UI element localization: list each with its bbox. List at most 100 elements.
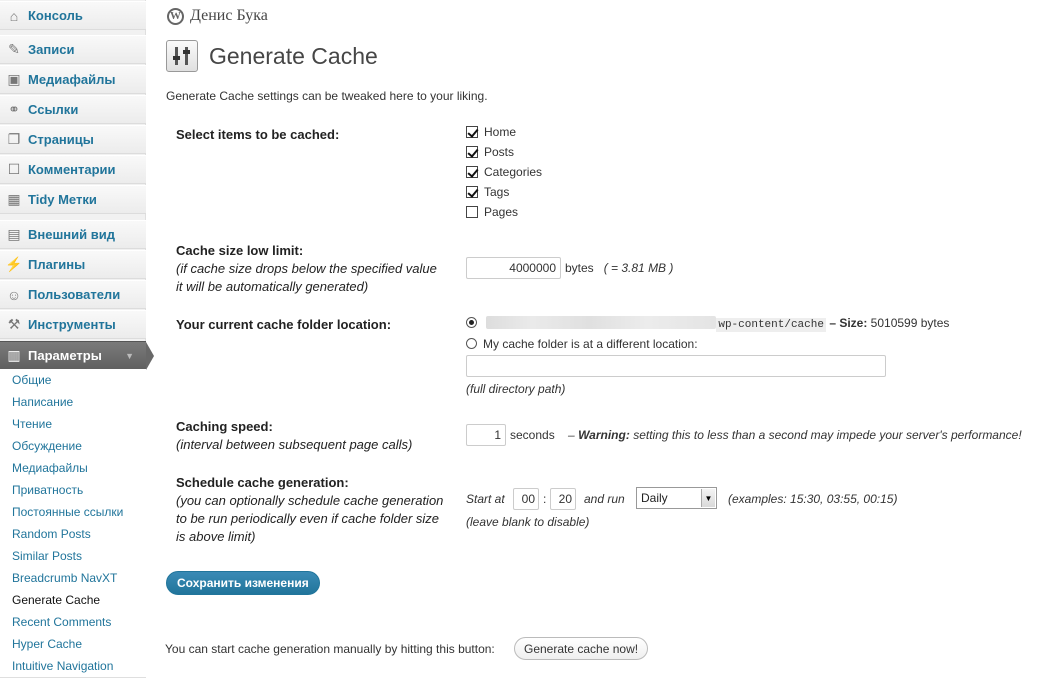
sidebar-item-label: Пользователи [28,287,121,302]
sidebar-item-pages[interactable]: ❐ Страницы [0,125,146,154]
schedule-start-label: Start at [466,492,505,506]
sidebar-item-posts[interactable]: ✎ Записи [0,35,146,64]
folder-path-tail: wp-content/cache [716,318,826,332]
current-folder-radio[interactable] [466,317,477,328]
sidebar-item-tools[interactable]: ⚒ Инструменты [0,310,146,339]
page-title: Generate Cache [209,42,378,69]
folder-label: Your current cache folder location: [176,317,392,332]
item-checkbox-label: Posts [484,145,515,159]
submenu-item[interactable]: Recent Comments [0,611,146,633]
current-menu-arrow [146,342,154,370]
submenu-item[interactable]: Приватность [0,479,146,501]
items-label: Select items to be cached: [176,127,340,142]
item-checkbox[interactable] [466,146,478,158]
speed-unit-warning: seconds – Warning: setting this to less … [510,428,1022,442]
tools-icon: ⚒ [7,316,21,332]
submenu-item[interactable]: Random Posts [0,523,146,545]
sidebar-item-media[interactable]: ▣ Медиафайлы [0,65,146,94]
comments-icon: ☐ [7,161,21,177]
generate-cache-now-button[interactable]: Generate cache now! [514,637,649,660]
appearance-icon: ▤ [7,226,21,242]
schedule-blank-hint: (leave blank to disable) [466,515,590,529]
sidebar-item-label: Записи [28,42,75,57]
site-header: W Денис Бука [167,6,268,26]
submenu-item[interactable]: Постоянные ссылки [0,501,146,523]
sidebar-item-label: Комментарии [28,162,116,177]
submenu-item[interactable]: Similar Posts [0,545,146,567]
size-limit-input[interactable] [466,257,561,279]
wordpress-logo-icon[interactable]: W [167,7,184,25]
size-limit-converted: ( = 3.81 MB ) [603,261,674,275]
speed-label: Caching speed: (interval between subsequ… [176,419,413,452]
other-folder-label: My cache folder is at a different locati… [483,337,698,351]
other-folder-input[interactable] [466,355,886,377]
sidebar-item-links[interactable]: ⚭ Ссылки [0,95,146,124]
blurred-path [486,316,717,329]
schedule-examples: (examples: 15:30, 03:55, 00:15) [728,492,898,506]
item-checkbox-label: Categories [484,165,543,179]
item-checkbox-label: Home [484,125,517,139]
pages-icon: ❐ [7,131,21,147]
users-icon: ☺ [6,286,22,303]
speed-input[interactable] [466,424,506,446]
sidebar-item-appearance[interactable]: ▤ Внешний вид [0,220,146,249]
dashboard-icon: ⌂ [9,7,19,24]
plugins-icon: ⚡ [5,256,23,272]
sidebar-item-label: Плагины [28,257,86,272]
sidebar-item-label: Страницы [28,132,94,147]
posts-icon: ✎ [8,41,20,57]
item-option: Posts [466,142,514,162]
submenu-item[interactable]: Breadcrumb NavXT [0,567,146,589]
site-name[interactable]: Денис Бука [190,7,268,25]
size-limit-unit: bytes ( = 3.81 MB ) [565,261,674,275]
sidebar-item-label: Параметры [28,348,102,363]
current-folder-option: wp-content/cache – Size: 5010599 bytes [466,316,950,332]
chevron-down-icon[interactable]: ▼ [701,489,715,507]
sidebar-item-label: Внешний вид [28,227,115,242]
admin-sidebar: ⌂ Консоль ✎ Записи ▣ Медиафайлы ⚭ Ссылки ❐ Страни… [0,0,154,678]
schedule-run-label: and run [584,492,625,506]
folder-size-value: 5010599 bytes [870,316,950,330]
folder-path-hint: (full directory path) [466,382,566,396]
frequency-select[interactable]: Daily ▼ [636,487,717,509]
sidebar-item-plugins[interactable]: ⚡ Плагины [0,250,146,279]
item-checkbox[interactable] [466,126,478,138]
item-option: Categories [466,162,542,182]
submenu-item[interactable]: Чтение [0,413,146,435]
schedule-label: Schedule cache generation: (you can opti… [176,475,444,544]
schedule-hour-input[interactable] [513,488,539,510]
submenu-item[interactable]: Generate Cache [0,589,146,611]
save-changes-button[interactable]: Сохранить изменения [166,571,320,595]
sidebar-item-comments[interactable]: ☐ Комментарии [0,155,146,184]
submenu-item[interactable]: Hyper Cache [0,633,146,655]
item-option: Pages [466,202,518,222]
item-checkbox[interactable] [466,206,478,218]
sidebar-item-settings[interactable]: ▥ Параметры ▼ [0,341,154,370]
submenu-item[interactable]: Медиафайлы [0,457,146,479]
submenu-item[interactable]: Обсуждение [0,435,146,457]
sidebar-item-tags[interactable]: ▦ Tidy Метки [0,185,146,214]
other-folder-radio[interactable] [466,338,477,349]
item-checkbox[interactable] [466,186,478,198]
sidebar-item-label: Медиафайлы [28,72,116,87]
size-limit-label: Cache size low limit: (if cache size dro… [176,243,437,294]
page-intro: Generate Cache settings can be tweaked h… [166,89,488,103]
item-option: Tags [466,182,509,202]
schedule-minute-input[interactable] [550,488,576,510]
submenu-toggle-icon[interactable]: ▼ [125,351,134,361]
item-checkbox[interactable] [466,166,478,178]
submenu-item[interactable]: Intuitive Navigation [0,655,146,677]
settings-icon: ▥ [7,347,21,363]
folder-size-label: – Size: [829,316,868,330]
links-icon: ⚭ [8,101,20,117]
sidebar-item-label: Ссылки [28,102,79,117]
settings-sliders-icon [166,40,198,72]
sidebar-item-label: Консоль [28,8,83,23]
page-header: Generate Cache [166,40,378,72]
settings-submenu: Общие Написание Чтение Обсуждение Медиафайлы… [0,369,146,678]
other-folder-option: My cache folder is at a different locati… [466,337,698,351]
submenu-item[interactable]: Общие [0,369,146,391]
submenu-item[interactable]: Написание [0,391,146,413]
sidebar-item-users[interactable]: ☺ Пользователи [0,280,146,309]
sidebar-item-dashboard[interactable]: ⌂ Консоль [0,1,146,30]
